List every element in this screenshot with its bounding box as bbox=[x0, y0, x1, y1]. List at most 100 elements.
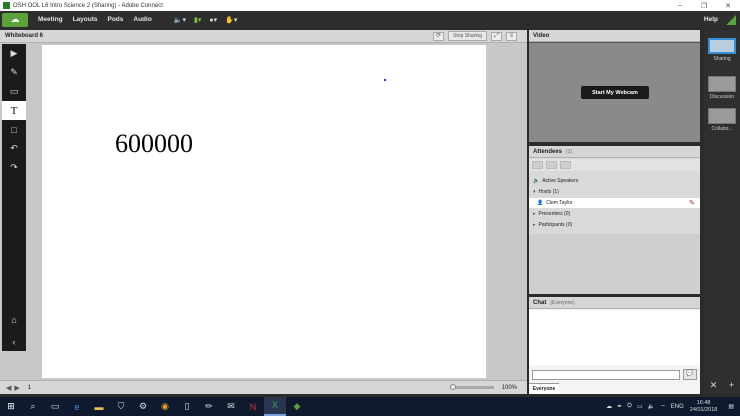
attendees-empty-area bbox=[529, 234, 700, 294]
text-tool-icon[interactable]: T bbox=[2, 101, 26, 120]
zoom-slider[interactable] bbox=[449, 384, 494, 390]
excel-icon[interactable]: X bbox=[264, 397, 286, 416]
whiteboard-text[interactable]: 600000 bbox=[115, 129, 193, 159]
layout-sharing[interactable]: Sharing bbox=[707, 38, 737, 62]
pen-workspace-icon[interactable]: ✒ bbox=[617, 403, 622, 410]
menu-meeting[interactable]: Meeting bbox=[38, 16, 63, 23]
selection-tool-icon[interactable]: ▶ bbox=[2, 44, 26, 63]
next-page-icon[interactable]: ▶ bbox=[14, 384, 19, 392]
undo-icon[interactable]: ↶ bbox=[2, 139, 26, 158]
menu-pods[interactable]: Pods bbox=[107, 16, 123, 23]
sync-icon[interactable]: ⟳ bbox=[433, 31, 445, 41]
windows-start-icon[interactable]: ⊞ bbox=[0, 401, 22, 412]
participants-group[interactable]: ▸ Participants (0) bbox=[529, 220, 700, 230]
close-layouts-icon[interactable]: ✕ bbox=[710, 380, 718, 391]
raise-hand-icon[interactable]: ✋▾ bbox=[225, 16, 237, 24]
layout-discussion[interactable]: Discussion bbox=[707, 76, 737, 100]
layouts-panel: Sharing Discussion Collabo... ✕ + bbox=[704, 30, 740, 394]
pod-menu-icon[interactable]: ≡ bbox=[506, 31, 517, 41]
collapse-arrow-icon[interactable]: ▸ bbox=[533, 211, 536, 217]
layout-thumbnail bbox=[708, 76, 736, 92]
windows-taskbar: ⊞ ⌕ ▭ e ▬ ⛉ ⚙ ◉ ▯ ✏ ✉ N X ◆ ☁ ✒ ⛭ ▭ 🔈 ⌔ … bbox=[0, 397, 740, 416]
volume-icon[interactable]: 🔈 bbox=[648, 403, 655, 410]
clock-time: 16:48 bbox=[696, 399, 711, 406]
presenters-group-label: Presenters (0) bbox=[538, 211, 571, 217]
prev-page-icon[interactable]: ◀ bbox=[6, 384, 11, 392]
mail-icon[interactable]: ✉ bbox=[220, 401, 242, 412]
page-number: 1 bbox=[27, 384, 32, 391]
document-icon[interactable]: ▯ bbox=[176, 401, 198, 412]
clock[interactable]: 16:48 24/01/2018 bbox=[690, 400, 718, 414]
maximize-button[interactable]: ❐ bbox=[692, 2, 716, 10]
window-title: OSH OOL L6 Intro Science 2 (Sharing) - A… bbox=[13, 2, 163, 9]
attendee-name: Clem Taylor bbox=[546, 200, 573, 206]
attendees-title: Attendees bbox=[533, 148, 563, 155]
people-icon[interactable]: ⛭ bbox=[627, 403, 632, 410]
speaker-icon: 🔈 bbox=[533, 178, 540, 184]
menu-bar: ☁ Meeting Layouts Pods Audio 🔈▾ ▮▾ ●▾ ✋▾… bbox=[0, 11, 740, 28]
active-speakers-label: Active Speakers bbox=[542, 178, 579, 184]
speaker-icon[interactable]: 🔈▾ bbox=[174, 16, 186, 24]
whiteboard-header: Whiteboard 6 ⟳ Stop Sharing ⤢ ≡ bbox=[0, 30, 527, 43]
menu-audio[interactable]: Audio bbox=[133, 16, 151, 23]
settings-icon[interactable]: ⚙ bbox=[132, 401, 154, 412]
chat-input[interactable] bbox=[532, 370, 680, 380]
whiteboard-canvas[interactable]: 600000 bbox=[42, 45, 487, 378]
webcam-icon[interactable]: ●▾ bbox=[209, 16, 217, 24]
close-button[interactable]: ✕ bbox=[716, 2, 740, 10]
pen-icon: ✎ bbox=[689, 200, 695, 207]
chrome-icon[interactable]: ◉ bbox=[154, 401, 176, 412]
layout-collaboration[interactable]: Collabo... bbox=[707, 108, 737, 132]
window-title-bar: OSH OOL L6 Intro Science 2 (Sharing) - A… bbox=[0, 0, 740, 11]
chat-send-icon[interactable]: 💬 bbox=[683, 369, 697, 380]
zoom-slider-handle[interactable] bbox=[449, 384, 456, 390]
file-explorer-icon[interactable]: ▬ bbox=[88, 402, 110, 412]
video-area: Start My Webcam bbox=[529, 43, 700, 142]
video-title: Video bbox=[533, 32, 550, 39]
zoom-select[interactable]: 100% bbox=[502, 385, 517, 391]
attendees-count: (1) bbox=[566, 148, 573, 155]
edge-icon[interactable]: e bbox=[66, 402, 88, 412]
chat-audience: (Everyone) bbox=[550, 299, 575, 306]
stop-sharing-button[interactable]: Stop Sharing bbox=[448, 31, 487, 41]
grid-view-icon[interactable] bbox=[546, 161, 557, 169]
notifications-icon[interactable]: ▤ bbox=[728, 403, 734, 410]
battery-icon[interactable]: ▭ bbox=[637, 403, 643, 410]
netflix-icon[interactable]: N bbox=[242, 402, 264, 412]
list-view-icon[interactable] bbox=[532, 161, 543, 169]
status-icon[interactable] bbox=[560, 161, 571, 169]
start-webcam-button[interactable]: Start My Webcam bbox=[581, 86, 649, 99]
chat-tab-everyone[interactable]: Everyone bbox=[529, 383, 559, 394]
trash-icon[interactable]: ⌂ bbox=[2, 310, 26, 329]
expand-arrow-icon[interactable]: ▾ bbox=[533, 189, 536, 195]
shape-tool-icon[interactable]: □ bbox=[2, 120, 26, 139]
collapse-toolbar-icon[interactable]: ‹ bbox=[2, 332, 26, 351]
connection-status-icon bbox=[726, 14, 736, 25]
pencil-tool-icon[interactable]: ✎ bbox=[2, 63, 26, 82]
adobe-connect-logo-icon: ☁ bbox=[2, 12, 28, 27]
search-icon[interactable]: ⌕ bbox=[22, 401, 44, 412]
video-pod: Video Start My Webcam bbox=[529, 30, 700, 142]
store-icon[interactable]: ⛉ bbox=[110, 401, 132, 412]
attendees-toolbar bbox=[529, 159, 700, 171]
microphone-icon[interactable]: ▮▾ bbox=[194, 16, 201, 24]
onedrive-icon[interactable]: ☁ bbox=[606, 403, 612, 410]
participants-group-label: Participants (0) bbox=[538, 222, 573, 228]
redo-icon[interactable]: ↷ bbox=[2, 158, 26, 177]
adobe-connect-app-icon bbox=[3, 2, 10, 9]
menu-layouts[interactable]: Layouts bbox=[73, 16, 98, 23]
fullscreen-icon[interactable]: ⤢ bbox=[491, 31, 502, 41]
hosts-group[interactable]: ▾ Hosts (1) bbox=[529, 187, 700, 197]
minimize-button[interactable]: – bbox=[668, 2, 692, 9]
language-indicator[interactable]: ENG bbox=[671, 404, 684, 410]
add-layout-icon[interactable]: + bbox=[729, 380, 734, 390]
help-menu[interactable]: Help bbox=[704, 16, 718, 23]
eraser-tool-icon[interactable]: ▭ bbox=[2, 82, 26, 101]
collapse-arrow-icon[interactable]: ▸ bbox=[533, 222, 536, 228]
task-view-icon[interactable]: ▭ bbox=[44, 401, 66, 412]
attendee-row[interactable]: 👤 Clem Taylor ✎ bbox=[529, 198, 700, 208]
presenters-group[interactable]: ▸ Presenters (0) bbox=[529, 209, 700, 219]
wifi-icon[interactable]: ⌔ bbox=[660, 403, 666, 411]
paint-icon[interactable]: ✏ bbox=[198, 401, 220, 412]
adobe-connect-taskbar-icon[interactable]: ◆ bbox=[286, 401, 308, 412]
